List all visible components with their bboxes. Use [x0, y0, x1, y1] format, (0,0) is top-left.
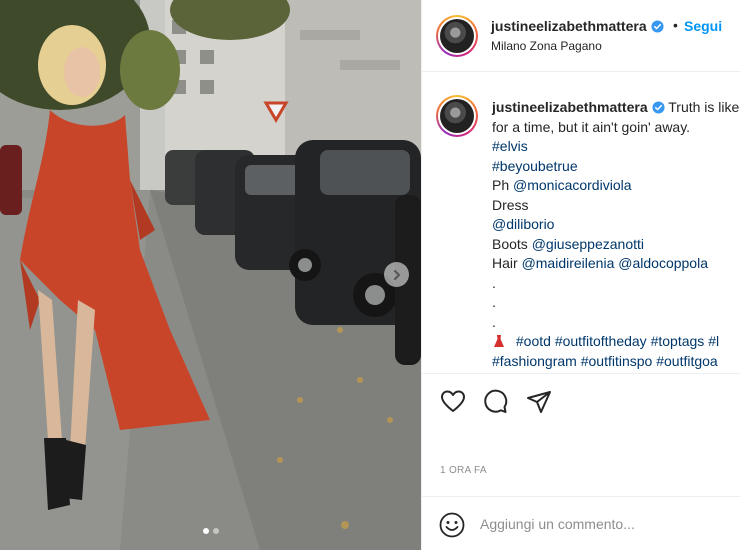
post-caption: justineelizabethmattera Truth is like fo…	[422, 73, 740, 373]
mention-link[interactable]: @monicacordiviola	[513, 177, 631, 193]
share-button[interactable]	[525, 388, 553, 416]
hashtag-link[interactable]: #outfitoftheday	[555, 333, 647, 349]
caption-avatar[interactable]	[436, 95, 478, 137]
caption-text: justineelizabethmattera Truth is like fo…	[492, 98, 740, 371]
comment-icon	[484, 389, 508, 413]
heart-icon	[441, 390, 465, 412]
verified-badge-icon	[652, 101, 665, 114]
hashtag-link[interactable]: #fashiongram	[492, 353, 577, 369]
comment-button[interactable]	[481, 388, 509, 416]
post-photo[interactable]	[0, 0, 421, 550]
like-button[interactable]	[439, 388, 467, 416]
paper-plane-icon	[527, 391, 551, 413]
carousel-indicator	[0, 528, 421, 534]
credit-label: Dress	[492, 196, 529, 213]
post-header: justineelizabethmattera • Segui Milano Z…	[422, 0, 740, 72]
hashtag-link[interactable]: #l	[708, 333, 719, 349]
caption-text-line1: Truth is like	[668, 99, 740, 115]
caption-dot: .	[492, 313, 496, 330]
follow-button[interactable]: Segui	[684, 18, 722, 34]
hashtag-link[interactable]: #outfitgoa	[656, 353, 718, 369]
hashtag-link[interactable]: #outfitinspo	[581, 353, 653, 369]
verified-badge-icon	[651, 20, 664, 33]
mention-link[interactable]: @aldocoppola	[618, 255, 708, 271]
post-actions	[422, 373, 740, 428]
location-link[interactable]: Milano Zona Pagano	[491, 39, 602, 53]
avatar[interactable]	[436, 15, 478, 57]
mention-link[interactable]: @maidireilenia	[522, 255, 615, 271]
carousel-dot-active	[202, 528, 209, 534]
caption-text-line2: for a time, but it ain't goin' away.	[492, 118, 691, 135]
header-username[interactable]: justineelizabethmattera	[491, 18, 664, 34]
chevron-right-icon	[393, 269, 400, 280]
hashtag-link[interactable]: #elvis	[492, 138, 528, 154]
post-side-panel: justineelizabethmattera • Segui Milano Z…	[421, 0, 740, 550]
credit-label: Boots	[492, 235, 528, 252]
credit-label: Ph	[492, 177, 510, 193]
hashtag-link[interactable]: #ootd	[516, 333, 551, 349]
hashtag-link[interactable]: #beyoubetrue	[492, 158, 578, 174]
mention-link[interactable]: @diliborio	[492, 216, 554, 232]
username-text[interactable]: justineelizabethmattera	[491, 18, 647, 34]
credit-label: Hair	[492, 255, 518, 271]
comment-input[interactable]	[480, 513, 730, 535]
carousel-dot	[212, 528, 219, 534]
mention-link[interactable]: @giuseppezanotti	[532, 236, 644, 252]
dress-emoji-icon	[494, 335, 504, 347]
caption-dot: .	[492, 294, 496, 310]
comment-bar	[422, 496, 740, 550]
carousel-next-button[interactable]	[384, 262, 409, 287]
caption-dot: .	[492, 274, 496, 291]
hashtag-link[interactable]: #toptags	[651, 333, 705, 349]
smiley-icon[interactable]	[439, 512, 465, 538]
post-timestamp[interactable]: 1 ORA FA	[440, 465, 487, 476]
street-fashion-photo	[0, 0, 421, 550]
header-separator: •	[673, 17, 678, 33]
caption-username[interactable]: justineelizabethmattera	[492, 99, 648, 115]
